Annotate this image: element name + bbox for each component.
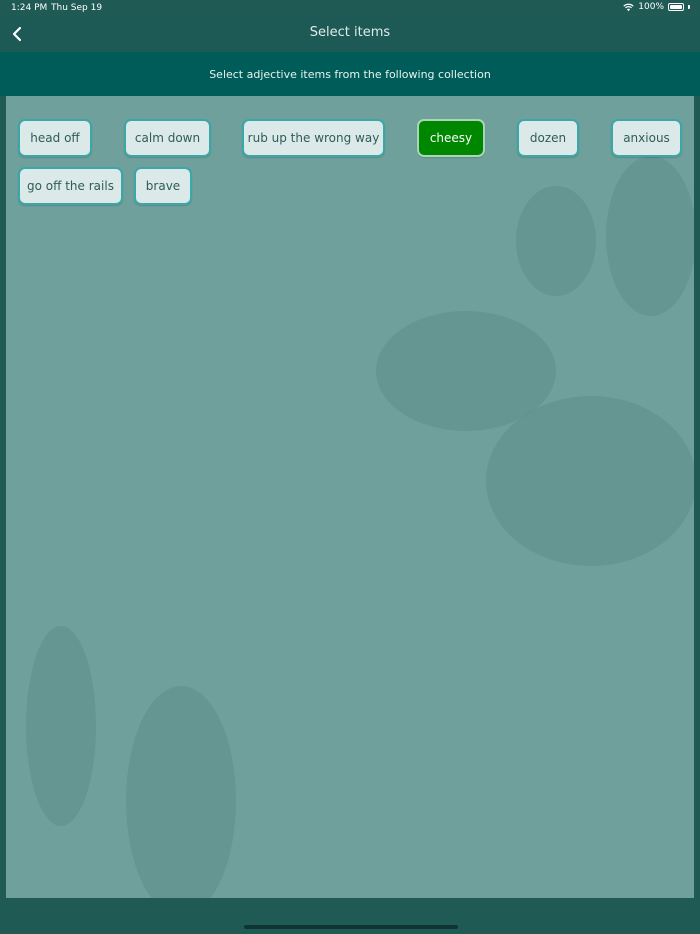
background-blob <box>516 186 596 296</box>
instruction-text: Select adjective items from the followin… <box>209 67 491 81</box>
navigation-bar: Select items <box>0 16 700 52</box>
battery-percent: 100% <box>638 2 664 12</box>
chip-go-off-the-rails[interactable]: go off the rails <box>18 167 123 205</box>
chip-label: anxious <box>623 131 670 145</box>
chip-rub-up-the-wrong-way[interactable]: rub up the wrong way <box>242 119 385 157</box>
chip-anxious[interactable]: anxious <box>611 119 682 157</box>
wifi-icon <box>623 3 634 11</box>
battery-cap <box>688 5 690 9</box>
chip-label: brave <box>145 179 181 193</box>
chip-label: cheesy <box>429 131 473 145</box>
background-blob <box>26 626 96 826</box>
chip-brave[interactable]: brave <box>134 167 192 205</box>
instruction-bar: Select adjective items from the followin… <box>0 52 700 96</box>
page-title: Select items <box>309 25 391 40</box>
chip-label: calm down <box>134 131 201 145</box>
battery-icon <box>668 3 684 11</box>
home-indicator[interactable] <box>244 925 458 929</box>
chip-calm-down[interactable]: calm down <box>124 119 211 157</box>
background-blob <box>126 686 236 898</box>
chip-label: dozen <box>529 131 567 145</box>
chip-dozen[interactable]: dozen <box>517 119 579 157</box>
chip-cheesy[interactable]: cheesy <box>417 119 485 157</box>
status-bar: 1:24 PM Thu Sep 19 100% <box>0 0 700 16</box>
chip-label: go off the rails <box>27 179 114 193</box>
status-date: Thu Sep 19 <box>51 3 103 13</box>
chip-head-off[interactable]: head off <box>18 119 92 157</box>
items-panel: head off calm down rub up the wrong way … <box>6 96 694 898</box>
status-right: 100% <box>623 2 690 12</box>
background-blob <box>606 156 694 316</box>
chip-label: rub up the wrong way <box>247 131 380 145</box>
chip-label: head off <box>30 131 80 145</box>
background-blob <box>486 396 694 566</box>
status-time: 1:24 PM <box>11 3 48 13</box>
